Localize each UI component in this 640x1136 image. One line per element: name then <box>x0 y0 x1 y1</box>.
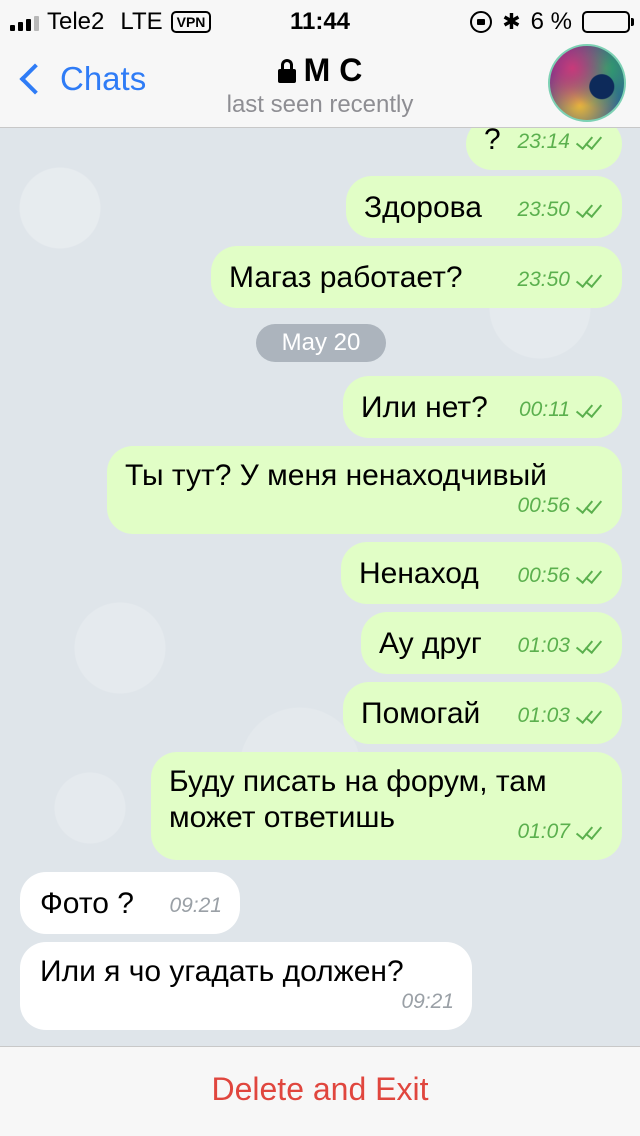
battery-percent: 6 % <box>530 8 572 35</box>
message-meta: 23:50 <box>517 192 604 228</box>
double-check-icon <box>574 271 604 289</box>
message-time: 01:03 <box>517 704 570 727</box>
bottom-bar: Delete and Exit <box>0 1046 640 1136</box>
message-meta: 00:11 <box>519 392 604 428</box>
message-meta: 01:03 <box>517 628 604 664</box>
message-time: 09:21 <box>169 894 222 917</box>
message-meta: 09:21 <box>401 984 454 1020</box>
nav-bar: Chats M C last seen recently <box>0 40 640 128</box>
double-check-icon <box>574 201 604 219</box>
message-text: Фото ? <box>40 887 134 920</box>
message-bubble[interactable]: Ненаход 00:56 <box>341 542 622 604</box>
message-bubble[interactable]: ? 23:14 <box>466 128 622 170</box>
message-bubble[interactable]: Или я чо угадать должен? 09:21 <box>20 942 472 1030</box>
message-time: 00:56 <box>517 564 570 587</box>
message-time: 01:03 <box>517 634 570 657</box>
message-meta: 00:56 <box>517 558 604 594</box>
double-check-icon <box>574 823 604 841</box>
chat-subtitle: last seen recently <box>226 91 414 118</box>
message-bubble[interactable]: Здорова 23:50 <box>346 176 622 238</box>
message-time: 23:50 <box>517 198 570 221</box>
delete-and-exit-button[interactable]: Delete and Exit <box>211 1071 428 1108</box>
double-check-icon <box>574 707 604 725</box>
status-bar: Tele2 LTE VPN 11:44 ✱ 6 % <box>0 0 640 40</box>
lock-icon <box>277 58 296 83</box>
message-text: Магаз работает? <box>229 261 463 294</box>
date-separator: May 20 <box>256 324 386 362</box>
message-text: Здорова <box>364 191 482 224</box>
message-text: Или нет? <box>361 391 488 424</box>
message-meta: 09:21 <box>169 888 222 924</box>
message-text: Ау друг <box>379 627 482 660</box>
double-check-icon <box>574 401 604 419</box>
message-bubble[interactable]: Ты тут? У меня ненаходчивый 00:56 <box>107 446 622 534</box>
message-meta: 01:07 <box>517 814 604 850</box>
double-check-icon <box>574 637 604 655</box>
rotation-lock-icon <box>470 11 493 33</box>
message-bubble[interactable]: Магаз работает? 23:50 <box>211 246 622 308</box>
message-bubble[interactable]: Фото ? 09:21 <box>20 872 240 934</box>
message-time: 00:11 <box>519 398 570 421</box>
double-check-icon <box>574 567 604 585</box>
message-meta: 23:50 <box>517 262 604 298</box>
message-time: 23:50 <box>517 268 570 291</box>
chat-title: M C <box>303 52 363 88</box>
double-check-icon <box>574 133 604 151</box>
message-meta: 23:14 <box>517 128 604 160</box>
status-right: ✱ 6 % <box>470 8 634 36</box>
message-text: Или я чо угадать должен? <box>40 955 404 988</box>
message-meta: 00:56 <box>517 488 604 524</box>
battery-icon <box>582 11 634 33</box>
message-text: Помогай <box>361 697 481 730</box>
message-bubble[interactable]: Буду писать на форум, там может ответишь… <box>151 752 622 860</box>
avatar[interactable] <box>548 44 626 122</box>
message-bubble[interactable]: Помогай 01:03 <box>343 682 622 744</box>
message-text: Ненаход <box>359 557 479 590</box>
chat-area[interactable]: ? 23:14 Здорова 23:50 Магаз работает? 23… <box>0 128 640 1046</box>
message-text: Ты тут? У меня ненаходчивый <box>125 459 547 492</box>
message-text: ? <box>484 128 501 156</box>
message-bubble[interactable]: Или нет? 00:11 <box>343 376 622 438</box>
message-time: 23:14 <box>517 130 570 153</box>
message-time: 01:07 <box>517 820 570 843</box>
chat-header[interactable]: M C last seen recently <box>0 52 640 119</box>
message-time: 00:56 <box>517 494 570 517</box>
message-bubble[interactable]: Ау друг 01:03 <box>361 612 622 674</box>
message-time: 09:21 <box>401 990 454 1013</box>
bluetooth-icon: ✱ <box>502 9 521 34</box>
message-meta: 01:03 <box>517 698 604 734</box>
double-check-icon <box>574 497 604 515</box>
